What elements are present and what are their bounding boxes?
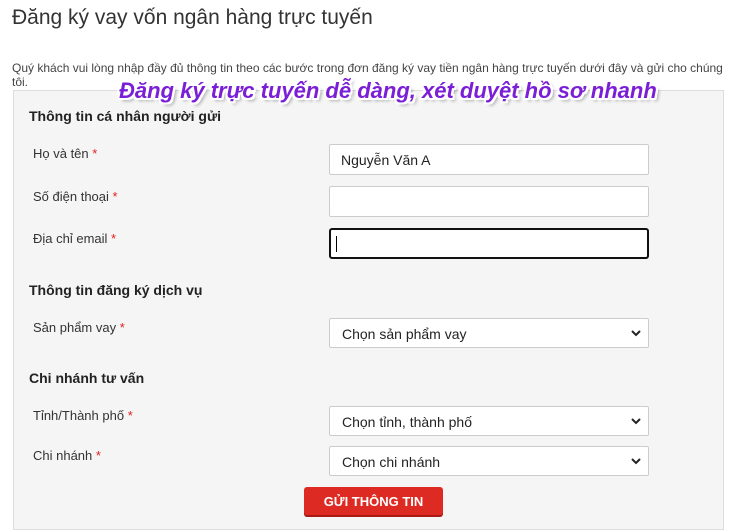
chevron-down-icon bbox=[631, 330, 641, 337]
city-label-text: Tỉnh/Thành phố bbox=[33, 408, 125, 423]
required-mark: * bbox=[111, 231, 117, 246]
section-heading-service: Thông tin đăng ký dịch vụ bbox=[29, 282, 203, 298]
product-label-text: Sản phẩm vay bbox=[33, 320, 117, 335]
section-heading-branch: Chi nhánh tư vấn bbox=[29, 370, 145, 386]
required-mark: * bbox=[95, 448, 101, 463]
branch-select-value: Chọn chi nhánh bbox=[342, 454, 441, 470]
branch-select[interactable]: Chọn chi nhánh bbox=[329, 446, 649, 476]
chevron-down-icon bbox=[631, 458, 641, 465]
email-label: Địa chỉ email * bbox=[33, 231, 116, 246]
product-select[interactable]: Chọn sản phẩm vay bbox=[329, 318, 649, 348]
submit-button[interactable]: GỬI THÔNG TIN bbox=[304, 487, 443, 515]
city-select-value: Chọn tỉnh, thành phố bbox=[342, 414, 472, 430]
city-label: Tỉnh/Thành phố * bbox=[33, 408, 133, 423]
phone-field[interactable] bbox=[329, 186, 649, 217]
email-label-text: Địa chỉ email bbox=[33, 231, 108, 246]
required-mark: * bbox=[127, 408, 133, 423]
text-caret bbox=[336, 236, 337, 252]
email-field[interactable] bbox=[329, 228, 649, 259]
phone-label: Số điện thoại * bbox=[33, 189, 118, 204]
required-mark: * bbox=[119, 320, 125, 335]
page-title: Đăng ký vay vốn ngân hàng trực tuyến bbox=[12, 6, 373, 29]
name-label-text: Họ và tên bbox=[33, 146, 89, 161]
phone-label-text: Số điện thoại bbox=[33, 189, 109, 204]
chevron-down-icon bbox=[631, 418, 641, 425]
city-select[interactable]: Chọn tỉnh, thành phố bbox=[329, 406, 649, 436]
section-heading-personal: Thông tin cá nhân người gửi bbox=[29, 108, 221, 124]
product-select-value: Chọn sản phẩm vay bbox=[342, 326, 467, 342]
product-label: Sản phẩm vay * bbox=[33, 320, 125, 335]
name-label: Họ và tên * bbox=[33, 146, 97, 161]
name-field[interactable] bbox=[329, 144, 649, 175]
promo-banner: Đăng ký trực tuyến dễ dàng, xét duyệt hồ… bbox=[119, 78, 657, 103]
required-mark: * bbox=[112, 189, 118, 204]
required-mark: * bbox=[92, 146, 98, 161]
branch-label: Chi nhánh * bbox=[33, 448, 101, 463]
branch-label-text: Chi nhánh bbox=[33, 448, 93, 463]
